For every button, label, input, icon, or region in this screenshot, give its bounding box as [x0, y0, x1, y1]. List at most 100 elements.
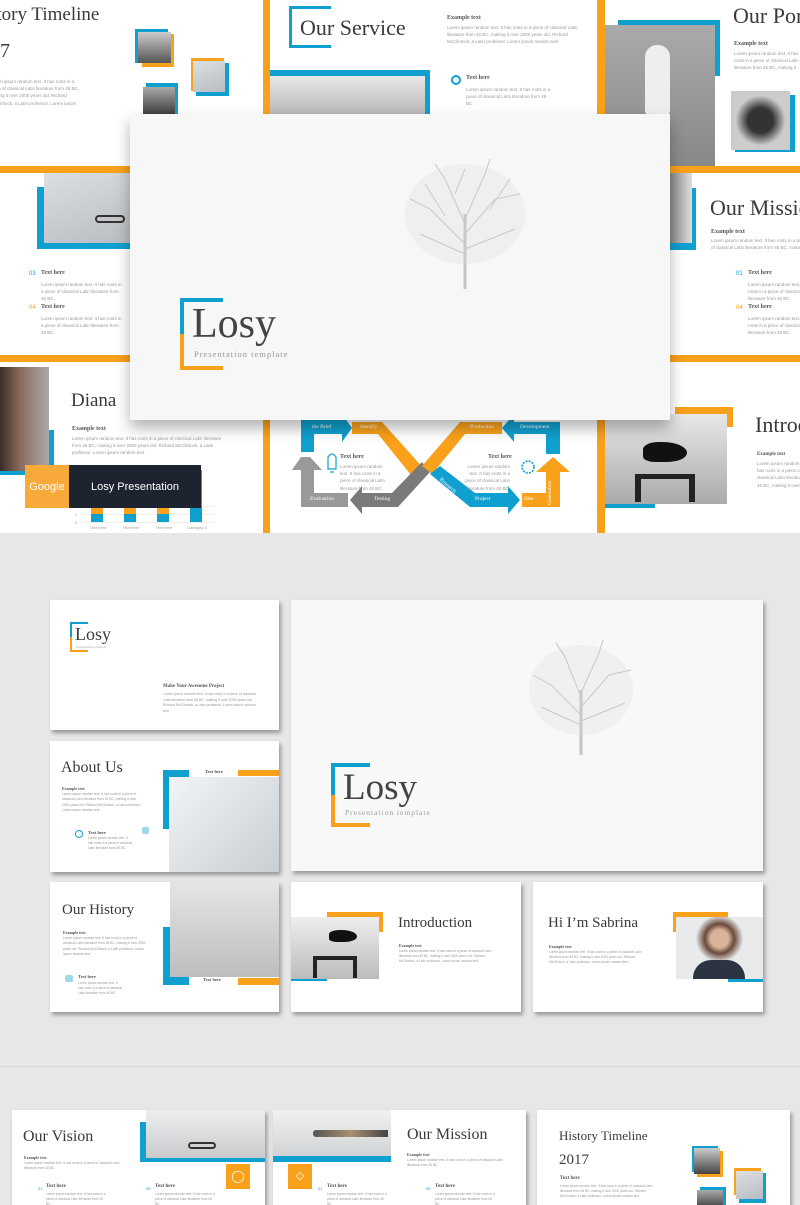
photo-diana	[0, 367, 49, 471]
body-text: Lorem ipsum random text. It has roots in…	[88, 836, 133, 851]
body-text: Lorem ipsum random text. It has roots in…	[0, 79, 80, 108]
label: Example text	[407, 1152, 430, 1157]
x-tick-label: Text here	[89, 525, 107, 530]
label-identify: Identify	[360, 424, 378, 430]
stool	[635, 474, 695, 502]
photo-robot-dog	[731, 91, 790, 150]
box-icon	[65, 975, 73, 982]
body-text: Lorem ipsum random text. It has roots in…	[41, 282, 122, 302]
label: Text here	[41, 270, 65, 276]
slide-title: Our History	[62, 902, 135, 918]
slide-title: Hi I’m Sabrina	[548, 915, 638, 931]
photo-phone	[697, 1190, 723, 1205]
label-generation: Generation	[547, 480, 553, 505]
label: Text here	[748, 304, 772, 310]
gear-icon	[521, 460, 535, 474]
logo: Losy	[75, 624, 111, 644]
photo-laptop	[170, 882, 279, 977]
label: Text here	[327, 1184, 347, 1189]
photo-glasses	[44, 173, 130, 243]
number: 04	[29, 305, 36, 311]
rocket-icon	[327, 453, 337, 473]
lightbulb-icon: ◯	[226, 1164, 250, 1189]
body-text: Lorem ipsum random text. It has roots in…	[447, 25, 578, 45]
body-text: Lorem ipsum random text. It has roots in…	[464, 464, 510, 491]
label: Text here	[748, 270, 772, 276]
label: Example text	[72, 426, 106, 432]
slide-title: History Timeline	[559, 1128, 648, 1143]
label: Text here	[560, 1176, 580, 1181]
label: Example text	[24, 1155, 47, 1160]
glasses	[95, 215, 125, 223]
body-text: Lorem ipsum random text. It has roots in…	[757, 461, 800, 490]
body-text: Lorem ipsum random text. It has roots in…	[466, 87, 551, 107]
bust-statue	[645, 45, 670, 115]
label-development: Development	[520, 424, 550, 430]
y-tick-label: 1	[75, 512, 78, 517]
heading: Make Your Awesome Project	[163, 684, 225, 689]
photo-building	[736, 1171, 763, 1199]
body-text: Lorem ipsum random text. It has roots in…	[155, 1192, 215, 1205]
photo-glasses	[146, 1110, 265, 1158]
label-testing: Testing	[374, 496, 391, 502]
slide-vision-partial: 03 Text here Lorem ipsum random text. It…	[0, 173, 130, 355]
hero-cover-slide: Losy Presentation template	[130, 114, 670, 420]
label: Example text	[734, 41, 768, 47]
fountain-pen	[313, 1130, 388, 1137]
glasses	[188, 1142, 216, 1149]
hero-logo: Losy	[192, 301, 276, 347]
label: Text here	[41, 304, 65, 310]
label: Example text	[62, 786, 85, 791]
x-tick-label: Text here	[155, 525, 173, 530]
body-text: Lorem ipsum random text. It has roots in…	[711, 238, 800, 253]
body-text: Lorem ipsum random text. It has roots in…	[24, 1161, 120, 1171]
body-text: Lorem ipsum random text. It has roots in…	[63, 936, 146, 956]
logo: Losy	[343, 767, 417, 808]
tree-image	[405, 158, 525, 289]
label: Text here	[88, 830, 106, 835]
globe-icon	[75, 830, 83, 838]
number: 05	[426, 1186, 431, 1191]
photo-building	[193, 61, 225, 92]
label: Text here	[205, 769, 223, 774]
label-evaluation: Evaluation	[310, 496, 334, 502]
body-text: Lorem ipsum random text. It has roots in…	[560, 1184, 653, 1199]
label-idea: Idea	[524, 496, 534, 502]
slide-title: Our Mission	[407, 1126, 488, 1143]
photo-pen	[670, 173, 692, 243]
gear-icon	[451, 75, 461, 85]
photo-woman	[138, 32, 171, 63]
body-text: Lorem ipsum random text. It has roots in…	[62, 792, 141, 812]
photo-sabrina-shirt	[693, 960, 745, 979]
gridline	[83, 522, 213, 523]
number: 04	[736, 305, 743, 311]
label: Example text	[711, 229, 745, 235]
slide-about-us: About Us Example text Lorem ipsum random…	[50, 741, 279, 872]
badge-title: Losy Presentation	[69, 465, 201, 508]
label-production: Production	[470, 424, 495, 430]
stool	[313, 956, 357, 978]
top-collage: History Timeline 2017 Lorem ipsum random…	[0, 0, 800, 533]
tree-image	[529, 639, 633, 755]
label-the-brief: the Brief	[312, 424, 332, 430]
label: Text here	[488, 454, 512, 460]
body-text: Lorem ipsum random text. It has roots in…	[340, 464, 386, 491]
frame	[238, 978, 279, 985]
slide-title: Introduction	[398, 915, 473, 931]
slide-our-mission: ◇ Our Mission Example text Lorem ipsum r…	[273, 1110, 526, 1205]
google-badge: Google Losy Presentation	[25, 465, 201, 508]
slide-introduction: Introduction Example text Lorem ipsum ra…	[291, 882, 521, 1012]
year: 2017	[559, 1152, 589, 1168]
body-text: Lorem ipsum random text. It has roots in…	[734, 51, 799, 71]
label: Text here	[203, 977, 221, 982]
slide-title: Diana	[71, 390, 117, 411]
frame	[238, 770, 279, 776]
badge-google: Google	[25, 465, 69, 508]
slide-cover-large: Losy Presentation template	[291, 600, 763, 871]
bar-segment	[124, 508, 136, 514]
slide-title: Our Service	[300, 15, 406, 40]
label: Text here	[46, 1184, 66, 1189]
label: Example text	[63, 930, 86, 935]
slide-title: Our Vision	[23, 1128, 94, 1145]
label: Text here	[466, 75, 490, 81]
